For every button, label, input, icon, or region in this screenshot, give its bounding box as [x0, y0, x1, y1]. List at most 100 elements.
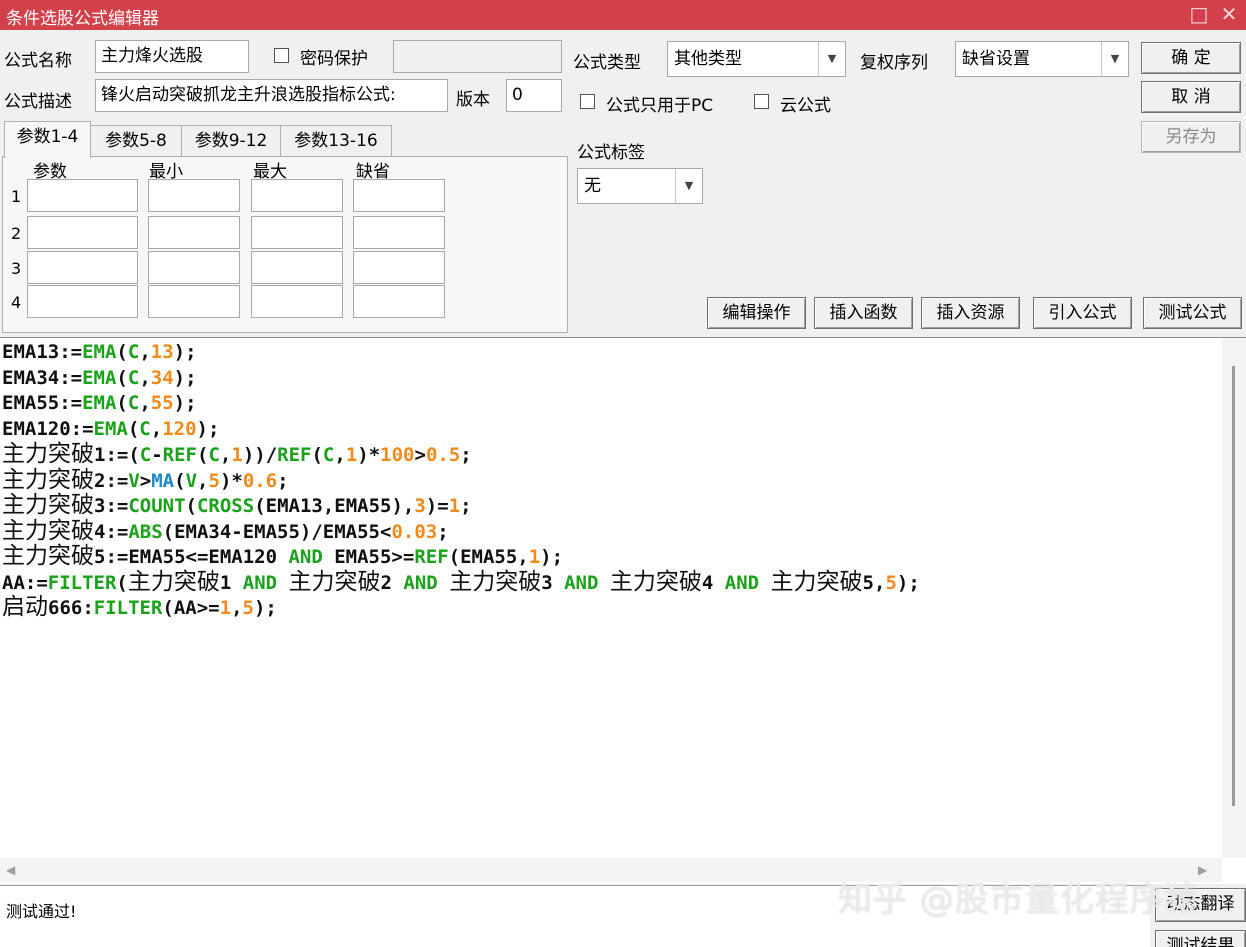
formula-name-input[interactable]: 主力烽火选股: [95, 40, 249, 73]
code-token: 主力突破: [770, 568, 863, 595]
code-token: C: [322, 444, 335, 466]
test-result-button[interactable]: 测试结果: [1155, 930, 1246, 947]
version-label: 版本: [456, 90, 490, 110]
code-token: 1: [231, 444, 243, 466]
param-2-max-input[interactable]: [251, 216, 343, 249]
pc-only-checkbox[interactable]: [580, 94, 595, 109]
param-3-name-input[interactable]: [27, 251, 138, 284]
tab-params-1-4[interactable]: 参数1-4: [4, 121, 91, 158]
code-token: (EMA55,: [448, 546, 529, 568]
rights-series-select[interactable]: 缺省设置 ▼: [955, 41, 1129, 77]
version-input[interactable]: 0: [506, 79, 562, 112]
tab-params-13-16[interactable]: 参数13-16: [280, 125, 392, 157]
code-token: 1:=(: [94, 444, 140, 466]
save-as-button[interactable]: 另存为: [1141, 121, 1241, 153]
param-2-min-input[interactable]: [148, 216, 240, 249]
edit-operations-button[interactable]: 编辑操作: [707, 297, 806, 329]
code-token: 1: [448, 495, 461, 517]
param-1-max-input[interactable]: [251, 179, 343, 212]
test-formula-button[interactable]: 测试公式: [1143, 297, 1242, 329]
scroll-left-icon[interactable]: ◀: [6, 863, 15, 877]
param-4-default-input[interactable]: [353, 285, 445, 318]
rights-series-label: 复权序列: [860, 53, 928, 73]
maximize-icon[interactable]: □: [1186, 1, 1212, 27]
param-4-min-input[interactable]: [148, 285, 240, 318]
insert-function-button[interactable]: 插入函数: [814, 297, 913, 329]
code-token: 1: [345, 444, 358, 466]
tab-params-9-12[interactable]: 参数9-12: [181, 125, 281, 157]
param-3-default-input[interactable]: [353, 251, 445, 284]
code-token: >: [414, 444, 426, 466]
cloud-formula-label: 云公式: [780, 96, 831, 116]
tab-params-5-8[interactable]: 参数5-8: [90, 125, 182, 157]
code-token: 100: [380, 444, 415, 466]
code-token: ;: [460, 495, 472, 517]
vertical-scrollbar[interactable]: [1222, 338, 1246, 858]
code-token: (EMA13,EMA55),: [254, 495, 415, 517]
close-icon[interactable]: ✕: [1216, 1, 1242, 27]
param-3-min-input[interactable]: [148, 251, 240, 284]
code-token: REF: [277, 444, 312, 466]
code-token: ,: [219, 444, 232, 466]
cloud-formula-checkbox[interactable]: [754, 94, 769, 109]
code-token: ;: [277, 469, 289, 492]
code-token: (: [185, 495, 197, 517]
formula-tag-select[interactable]: 无 ▼: [577, 168, 703, 204]
param-1-min-input[interactable]: [148, 179, 240, 212]
formula-desc-input[interactable]: 锋火启动突破抓龙主升浪选股指标公式:: [95, 79, 448, 112]
code-token: (AA>=: [162, 597, 220, 619]
code-token: );: [196, 417, 220, 440]
code-token: )*: [219, 469, 243, 492]
code-token: 0.5: [425, 444, 461, 466]
param-3-max-input[interactable]: [251, 251, 343, 284]
formula-tag-value: 无: [584, 176, 601, 196]
code-text[interactable]: EMA13:=EMA(C,13); EMA34:=EMA(C,34); EMA55:…: [2, 340, 920, 621]
code-token: 3: [541, 571, 565, 594]
param-4-max-input[interactable]: [251, 285, 343, 318]
code-line: 主力突破3:=COUNT(CROSS(EMA13,EMA55),3)=1;: [2, 492, 920, 519]
chevron-down-icon: ▼: [818, 42, 845, 76]
code-token: );: [253, 597, 277, 619]
code-editor[interactable]: EMA13:=EMA(C,13); EMA34:=EMA(C,34); EMA55:…: [0, 337, 1246, 884]
insert-resource-button[interactable]: 插入资源: [921, 297, 1020, 329]
formula-tag-label: 公式标签: [577, 143, 645, 163]
formula-type-select[interactable]: 其他类型 ▼: [667, 41, 846, 77]
watermark: 知乎 @股市量化程序猿: [838, 880, 1200, 920]
code-token: MA: [151, 469, 175, 492]
code-token: EMA55>=: [322, 546, 415, 568]
password-input[interactable]: [393, 40, 562, 73]
code-token: -: [151, 444, 163, 466]
code-token: 5:=EMA55<=EMA120: [94, 546, 289, 568]
param-1-name-input[interactable]: [27, 179, 138, 212]
param-2-name-input[interactable]: [27, 216, 138, 249]
code-token: (EMA34-EMA55)/EMA55<: [162, 520, 392, 543]
cancel-button[interactable]: 取 消: [1141, 81, 1241, 113]
chevron-down-icon: ▼: [675, 169, 702, 203]
code-token: C: [208, 444, 220, 466]
code-token: 55: [150, 392, 174, 414]
code-token: 0.6: [242, 469, 278, 492]
password-protect-checkbox[interactable]: [274, 48, 289, 63]
code-token: 启动: [2, 594, 48, 620]
ok-button[interactable]: 确 定: [1141, 42, 1241, 74]
code-token: C: [127, 366, 140, 389]
param-row-index: 2: [11, 224, 22, 243]
code-token: EMA120:=: [2, 417, 94, 440]
import-formula-button[interactable]: 引入公式: [1033, 297, 1132, 329]
param-1-default-input[interactable]: [353, 179, 445, 212]
param-2-default-input[interactable]: [353, 216, 445, 249]
code-token: 主力突破: [2, 517, 94, 544]
code-token: REF: [414, 546, 449, 568]
code-token: 1: [219, 571, 243, 594]
code-token: (: [197, 444, 209, 466]
code-line: 主力突破4:=ABS(EMA34-EMA55)/EMA55<0.03;: [2, 517, 920, 545]
code-token: ;: [437, 520, 449, 543]
code-line: AA:=FILTER(主力突破1 AND 主力突破2 AND 主力突破3 AND…: [2, 568, 920, 596]
scroll-thumb[interactable]: [1232, 366, 1235, 806]
window-title: 条件选股公式编辑器: [6, 9, 159, 29]
code-token: 13: [150, 341, 174, 363]
param-4-name-input[interactable]: [27, 285, 138, 318]
code-token: C: [127, 341, 140, 363]
